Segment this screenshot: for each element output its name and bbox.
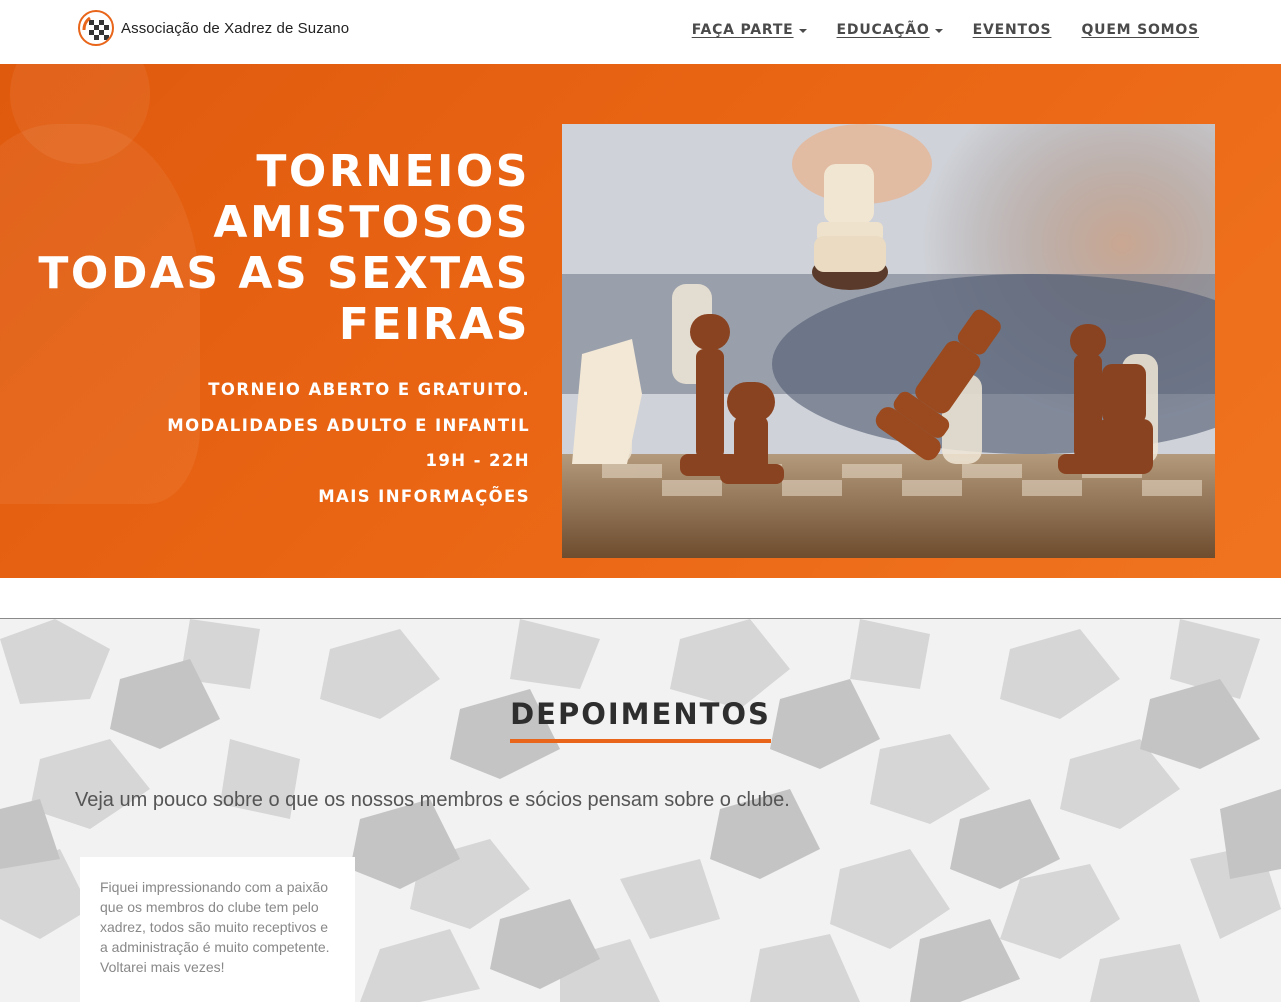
nav-item-educacao[interactable]: EDUCAÇÃO — [837, 22, 943, 38]
hero-banner: TORNEIOS AMISTOSOS TODAS AS SEXTAS FEIRA… — [0, 64, 1281, 578]
hero-title-line: FEIRAS — [338, 299, 530, 350]
hero-title-line: AMISTOSOS — [213, 197, 530, 248]
testimonials-title-wrap: DEPOIMENTOS — [0, 697, 1281, 743]
brand-link[interactable]: Associação de Xadrez de Suzano — [78, 10, 349, 46]
brand-name: Associação de Xadrez de Suzano — [121, 19, 350, 37]
nav-item-label: QUEM SOMOS — [1081, 22, 1199, 38]
chess-game-photo — [562, 124, 1215, 558]
nav-item-eventos[interactable]: EVENTOS — [973, 22, 1052, 38]
navbar: Associação de Xadrez de Suzano FAÇA PART… — [0, 0, 1281, 64]
nav-item-label: FAÇA PARTE — [691, 22, 794, 38]
hero-details: TORNEIO ABERTO E GRATUITO. MODALIDADES A… — [10, 372, 530, 514]
nav-item-faca-parte[interactable]: FAÇA PARTE — [692, 22, 807, 38]
caret-down-icon — [934, 29, 943, 33]
nav-item-label: EDUCAÇÃO — [836, 22, 930, 38]
nav-item-label: EVENTOS — [972, 22, 1052, 38]
hero-text-block: TORNEIOS AMISTOSOS TODAS AS SEXTAS FEIRA… — [10, 146, 530, 514]
club-logo-icon — [78, 10, 114, 46]
testimonials-title: DEPOIMENTOS — [510, 697, 771, 743]
testimonials-section: DEPOIMENTOS Veja um pouco sobre o que os… — [0, 619, 1281, 1002]
more-info-link[interactable]: MAIS INFORMAÇÕES — [10, 479, 530, 515]
hero-detail-line: TORNEIO ABERTO E GRATUITO. — [208, 380, 530, 399]
testimonial-card: Fiquei impressionando com a paixão que o… — [80, 857, 355, 1002]
hero-detail-line: MODALIDADES ADULTO E INFANTIL — [167, 415, 530, 435]
testimonial-text: Fiquei impressionando com a paixão que o… — [100, 879, 330, 975]
hero-title-line: TODAS AS SEXTAS — [38, 248, 530, 299]
main-nav: FAÇA PARTE EDUCAÇÃO EVENTOS QUEM SOMOS — [692, 22, 1199, 38]
hero-detail-line: 19H - 22H — [425, 451, 530, 470]
hero-title: TORNEIOS AMISTOSOS TODAS AS SEXTAS FEIRA… — [10, 146, 530, 350]
nav-item-quem-somos[interactable]: QUEM SOMOS — [1081, 22, 1199, 38]
hero-title-line: TORNEIOS — [256, 146, 530, 197]
testimonials-subtitle: Veja um pouco sobre o que os nossos memb… — [75, 789, 790, 811]
caret-down-icon — [798, 29, 807, 33]
